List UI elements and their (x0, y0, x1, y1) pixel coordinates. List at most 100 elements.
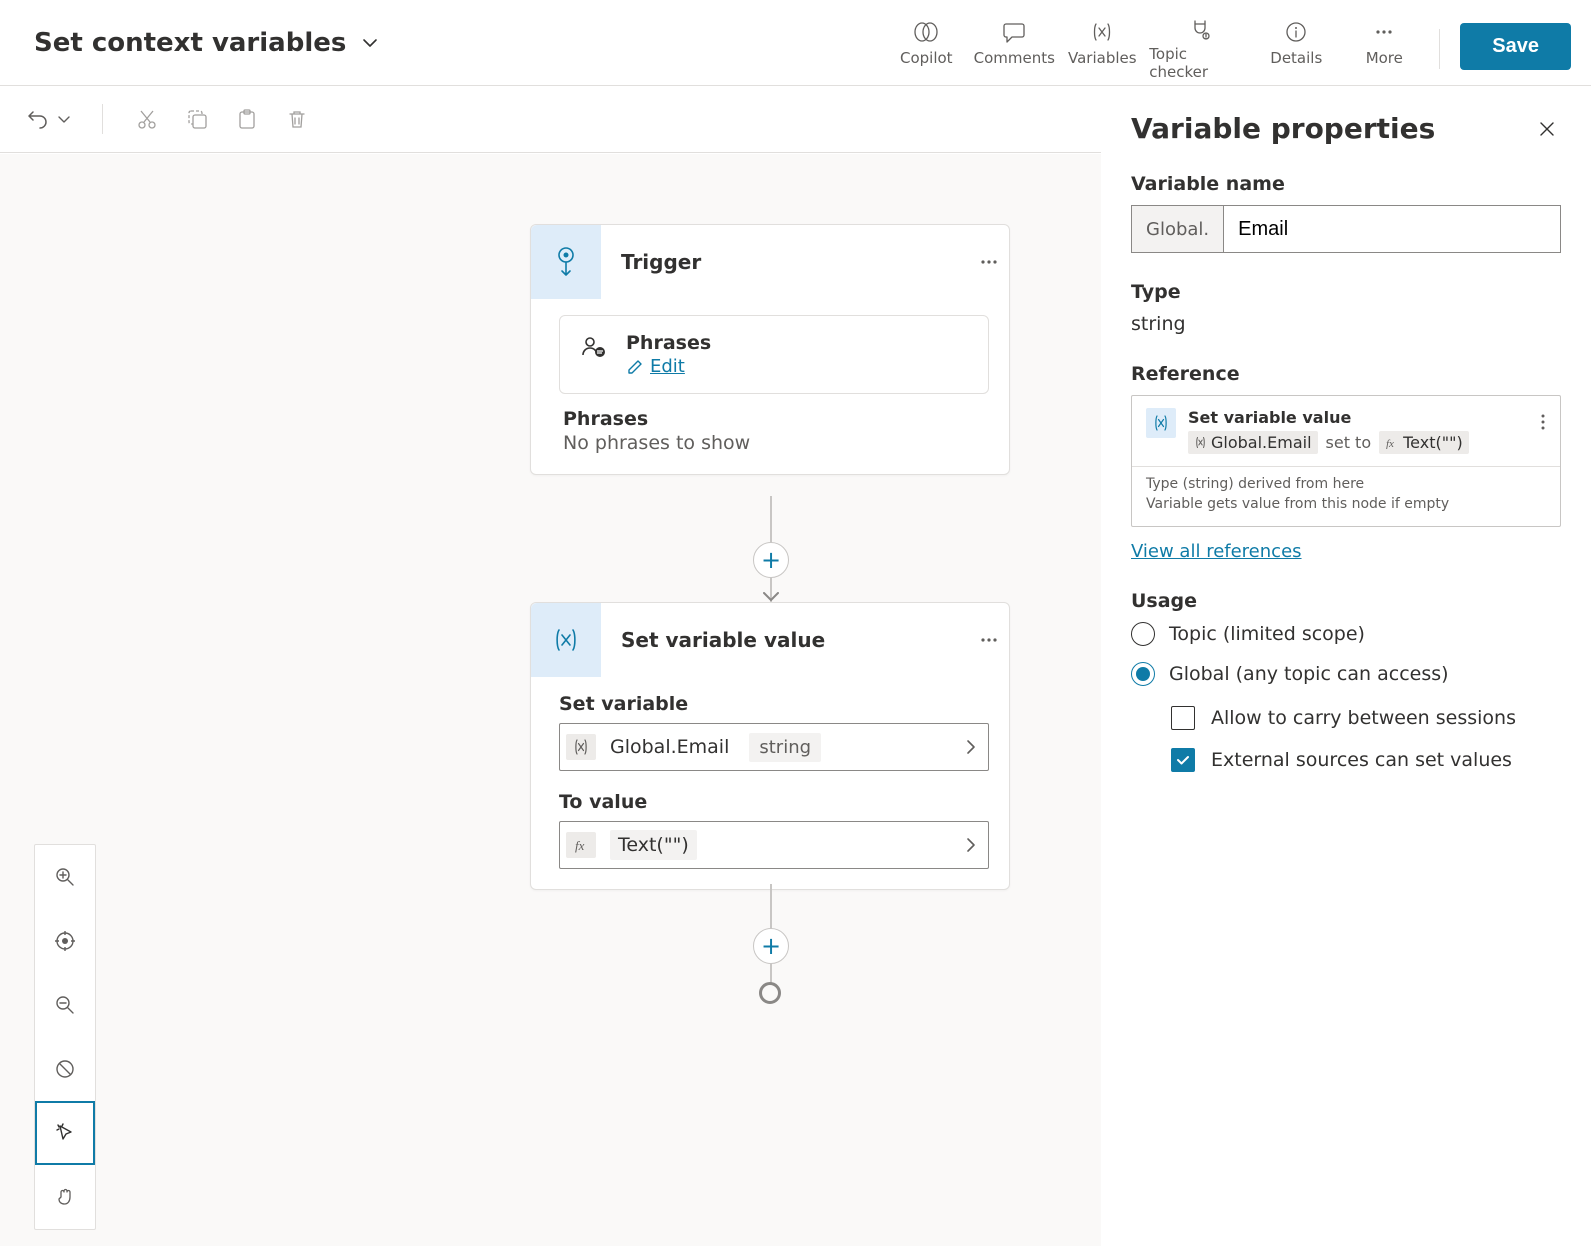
end-node-icon (759, 982, 781, 1004)
reference-setto: set to (1326, 433, 1372, 452)
comments-icon (1002, 19, 1026, 45)
cut-button[interactable] (133, 105, 161, 133)
checkbox-unchecked-icon (1171, 706, 1195, 730)
header-tools: Copilot Comments Variables Topic checker… (885, 7, 1571, 79)
paste-button[interactable] (233, 105, 261, 133)
radio-checked-icon (1131, 662, 1155, 686)
zoom-in-button[interactable] (35, 845, 95, 909)
external-sources-checkbox[interactable]: External sources can set values (1171, 748, 1561, 772)
variable-icon (1146, 408, 1176, 438)
phrases-empty-text: No phrases to show (559, 432, 989, 454)
formula-chip-icon: fx (566, 832, 596, 858)
app-header: Set context variables Copilot Comments V… (0, 0, 1591, 86)
trigger-icon (531, 225, 601, 299)
external-sources-label: External sources can set values (1211, 749, 1512, 771)
add-node-button[interactable]: + (753, 928, 789, 964)
to-value-picker[interactable]: fx Text("") (559, 821, 989, 869)
topic-checker-label: Topic checker (1149, 45, 1249, 81)
svg-text:fx: fx (575, 838, 585, 853)
to-value-text: Text("") (610, 830, 697, 860)
undo-split-button[interactable] (26, 107, 72, 131)
chevron-down-icon (56, 111, 72, 127)
reference-card[interactable]: Set variable value Global.Email set to f… (1131, 395, 1561, 527)
variable-name: Global.Email (610, 736, 729, 758)
radio-unchecked-icon (1131, 622, 1155, 646)
variable-name-label: Variable name (1131, 173, 1561, 195)
usage-radio-group: Topic (limited scope) Global (any topic … (1131, 622, 1561, 686)
phrases-title: Phrases (626, 332, 711, 354)
chevron-right-icon (964, 835, 978, 855)
variables-label: Variables (1068, 49, 1137, 67)
node-header: Set variable value (531, 603, 1009, 677)
undo-icon (26, 107, 50, 131)
variable-type: string (749, 733, 821, 762)
variable-properties-panel: Variable properties Variable name Global… (1101, 86, 1591, 1246)
close-button[interactable] (1533, 115, 1561, 143)
type-label: Type (1131, 281, 1561, 303)
node-more-button[interactable] (969, 225, 1009, 299)
zoom-out-button[interactable] (35, 973, 95, 1037)
pan-tool-button[interactable] (35, 1165, 95, 1229)
topic-title: Set context variables (34, 28, 346, 58)
variable-name-input[interactable] (1224, 206, 1560, 252)
node-more-button[interactable] (969, 603, 1009, 677)
comments-button[interactable]: Comments (973, 19, 1055, 79)
reference-value-chip: fx Text("") (1379, 431, 1469, 454)
delete-button[interactable] (283, 105, 311, 133)
reset-zoom-button[interactable] (35, 1037, 95, 1101)
set-variable-label: Set variable (559, 693, 989, 715)
reference-more-button[interactable] (1536, 408, 1546, 432)
zoom-toolbar (34, 844, 96, 1230)
reference-sub2: Variable gets value from this node if em… (1146, 495, 1546, 515)
phrases-card: Phrases Edit (559, 315, 989, 394)
divider (1439, 29, 1440, 69)
usage-topic-radio[interactable]: Topic (limited scope) (1131, 622, 1561, 646)
comments-label: Comments (974, 49, 1055, 67)
copy-button[interactable] (183, 105, 211, 133)
copilot-icon (913, 19, 939, 45)
topic-title-dropdown[interactable]: Set context variables (34, 28, 380, 58)
info-icon (1285, 19, 1307, 45)
variable-chip-icon (566, 734, 596, 760)
carry-sessions-checkbox[interactable]: Allow to carry between sessions (1171, 706, 1561, 730)
phrases-icon (578, 332, 608, 362)
more-button[interactable]: More (1343, 19, 1425, 79)
details-button[interactable]: Details (1255, 19, 1337, 79)
variable-icon (531, 603, 601, 677)
type-value: string (1131, 313, 1561, 335)
reference-label: Reference (1131, 363, 1561, 385)
copilot-label: Copilot (900, 49, 953, 67)
variable-name-field[interactable]: Global. (1131, 205, 1561, 253)
variables-icon (1090, 19, 1114, 45)
set-variable-node[interactable]: Set variable value Set variable Global.E… (530, 602, 1010, 890)
add-node-button[interactable]: + (753, 542, 789, 578)
save-button[interactable]: Save (1460, 23, 1571, 70)
svg-text:fx: fx (1386, 438, 1394, 449)
view-all-references-link[interactable]: View all references (1131, 541, 1302, 562)
set-variable-picker[interactable]: Global.Email string (559, 723, 989, 771)
edit-label: Edit (650, 356, 685, 377)
chevron-right-icon (964, 737, 978, 757)
divider (102, 104, 103, 134)
trigger-node[interactable]: Trigger Phrases (530, 224, 1010, 475)
fit-view-button[interactable] (35, 909, 95, 973)
node-header: Trigger (531, 225, 1009, 299)
reference-sub1: Type (string) derived from here (1146, 475, 1546, 495)
reference-title: Set variable value (1188, 408, 1524, 427)
to-value-label: To value (559, 791, 989, 813)
global-options: Allow to carry between sessions External… (1171, 706, 1561, 772)
edit-phrases-link[interactable]: Edit (626, 356, 711, 377)
usage-global-label: Global (any topic can access) (1169, 663, 1449, 685)
variables-button[interactable]: Variables (1061, 19, 1143, 79)
copilot-button[interactable]: Copilot (885, 19, 967, 79)
more-label: More (1366, 49, 1403, 67)
select-tool-button[interactable] (35, 1101, 95, 1165)
checkbox-checked-icon (1171, 748, 1195, 772)
topic-checker-button[interactable]: Topic checker (1149, 19, 1249, 79)
node-title: Set variable value (601, 628, 969, 652)
usage-topic-label: Topic (limited scope) (1169, 623, 1365, 645)
usage-global-radio[interactable]: Global (any topic can access) (1131, 662, 1561, 686)
reference-variable-chip: Global.Email (1188, 431, 1318, 454)
chevron-down-icon (360, 33, 380, 53)
arrow-icon (763, 592, 779, 602)
